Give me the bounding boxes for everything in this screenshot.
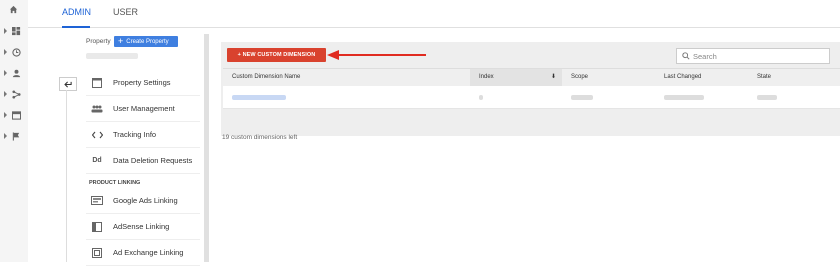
menu-item-label: Property Settings [113,78,171,87]
cell-scope [562,86,655,108]
ads-icon [90,195,104,207]
property-label: Property [86,38,111,45]
table-header: Custom Dimension Name Index ⬇ Scope Last… [223,68,840,87]
menu-item-label: Data Deletion Requests [113,156,193,165]
dd-icon: Dd [92,157,102,164]
tab-user[interactable]: USER [113,0,138,26]
sort-arrow-icon: ⬇ [550,74,556,80]
adexchange-icon [90,247,104,259]
cell-state [748,86,840,108]
menu-item-label: Tracking Info [113,130,157,139]
nav-scrollbar[interactable] [204,34,209,262]
top-tab-bar: ADMIN USER [28,0,840,28]
cell-dimension-name[interactable] [223,86,470,108]
plus-icon: + [118,36,124,46]
new-custom-dimension-button[interactable]: + NEW CUSTOM DIMENSION [227,48,326,62]
menu-item-user-management[interactable]: User Management [86,96,200,122]
cell-index [470,86,562,108]
column-header-last-changed[interactable]: Last Changed [655,69,748,86]
clock-icon[interactable] [0,45,28,61]
column-header-name[interactable]: Custom Dimension Name [223,69,470,86]
menu-item-label: AdSense Linking [113,222,170,231]
pointer-arrow-icon [327,50,426,60]
tab-admin[interactable]: ADMIN [62,0,91,28]
left-rail [0,0,28,262]
code-icon [90,129,104,141]
property-menu: Property Settings User Management Tracki… [86,70,200,266]
home-icon[interactable] [0,2,28,18]
back-arrow-icon [63,81,72,87]
create-property-button[interactable]: + Create Property [114,36,178,47]
dashboard-icon[interactable] [0,24,28,40]
cell-last-changed [655,86,748,108]
menu-item-label: User Management [113,104,175,113]
adsense-icon [90,221,104,233]
users-icon [90,103,104,115]
behavior-icon[interactable] [0,108,28,124]
menu-item-label: Google Ads Linking [113,196,178,205]
column-header-index[interactable]: Index ⬇ [470,69,562,86]
search-placeholder: Search [693,51,717,61]
search-icon [682,52,690,60]
back-button[interactable] [59,77,77,91]
flag-icon[interactable] [0,129,28,145]
menu-item-google-ads-linking[interactable]: Google Ads Linking [86,188,200,214]
menu-item-tracking-info[interactable]: Tracking Info [86,122,200,148]
menu-item-adsense-linking[interactable]: AdSense Linking [86,214,200,240]
menu-item-property-settings[interactable]: Property Settings [86,70,200,96]
create-property-label: Create Property [126,38,169,45]
dimensions-remaining-text: 19 custom dimensions left [222,134,298,141]
column-header-scope[interactable]: Scope [562,69,655,86]
search-input[interactable]: Search [676,48,830,64]
product-linking-heading: PRODUCT LINKING [89,180,141,186]
menu-item-label: Ad Exchange Linking [113,248,184,257]
column-header-state[interactable]: State [748,69,840,86]
settings-window-icon [90,77,104,89]
column-header-index-label: Index [479,74,494,80]
menu-item-data-deletion[interactable]: Dd Data Deletion Requests [86,148,200,174]
table-row[interactable] [223,86,840,109]
property-name-redacted [86,53,138,59]
nav-divider [66,90,67,262]
person-icon[interactable] [0,66,28,82]
menu-item-ad-exchange-linking[interactable]: Ad Exchange Linking [86,240,200,266]
acquisition-icon[interactable] [0,87,28,103]
